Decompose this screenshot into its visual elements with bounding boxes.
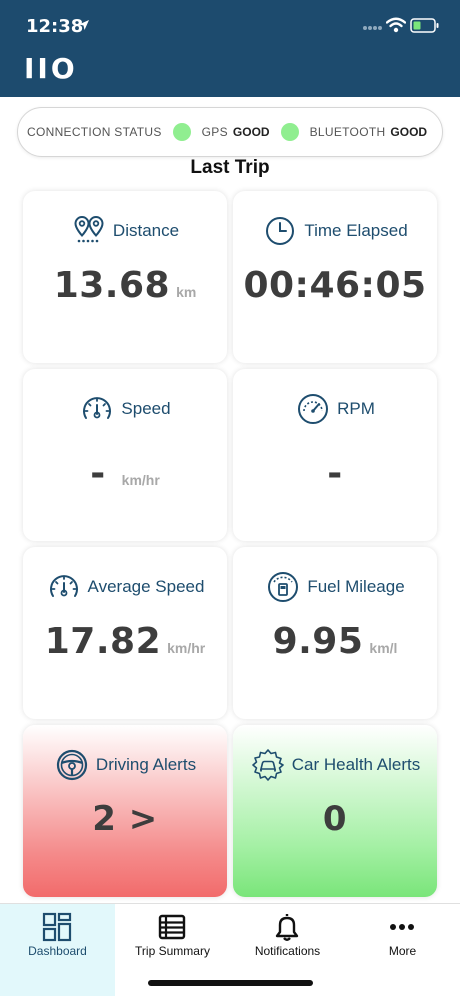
speedometer-icon bbox=[49, 575, 78, 597]
signal-dots-icon bbox=[363, 26, 382, 30]
dashboard-icon bbox=[42, 912, 72, 942]
bluetooth-status-dot bbox=[280, 123, 299, 141]
bell-icon bbox=[275, 914, 299, 941]
fuel-mileage-card[interactable]: Fuel Mileage 9.95 km/l bbox=[233, 547, 437, 719]
section-title: Last Trip bbox=[190, 157, 270, 178]
car-health-alerts-title: Car Health Alerts bbox=[291, 755, 421, 774]
distance-title: Distance bbox=[112, 221, 180, 240]
list-icon bbox=[158, 914, 186, 940]
fuel-gauge-icon bbox=[268, 572, 299, 602]
speed-card[interactable]: Speed - km/hr bbox=[23, 369, 227, 541]
connection-status-label: CONNECTION STATUS bbox=[27, 125, 162, 139]
tab-trip-summary-label: Trip Summary bbox=[135, 944, 210, 958]
time-elapsed-card[interactable]: Time Elapsed 00:46:05 bbox=[233, 191, 437, 363]
fuel-mileage-value: 9.95 bbox=[272, 621, 364, 662]
gps-status-value: GOOD bbox=[232, 125, 270, 139]
rpm-card[interactable]: RPM - bbox=[233, 369, 437, 541]
average-speed-value: 17.82 bbox=[44, 621, 162, 662]
speed-unit: km/hr bbox=[121, 472, 160, 488]
time-elapsed-title: Time Elapsed bbox=[304, 221, 408, 240]
average-speed-card[interactable]: Average Speed 17.82 km/hr bbox=[23, 547, 227, 719]
app-header: 12:38 IIO bbox=[0, 0, 460, 97]
car-health-alerts-value: 0 bbox=[322, 799, 348, 839]
bluetooth-label: BLUETOOTH bbox=[309, 125, 386, 139]
steering-wheel-icon bbox=[56, 749, 88, 781]
tab-notifications-label: Notifications bbox=[254, 944, 321, 958]
distance-unit: km bbox=[176, 284, 197, 300]
speed-value: - bbox=[90, 453, 106, 494]
gps-label: GPS bbox=[201, 125, 228, 139]
car-gear-icon bbox=[251, 749, 284, 781]
battery-icon bbox=[410, 18, 439, 33]
tab-dashboard[interactable]: Dashboard bbox=[0, 904, 115, 996]
home-indicator[interactable] bbox=[148, 980, 313, 986]
tab-more-label: More bbox=[388, 944, 417, 958]
speedometer-icon bbox=[83, 397, 112, 419]
fuel-mileage-title: Fuel Mileage bbox=[307, 577, 405, 596]
more-icon bbox=[390, 924, 414, 930]
car-health-alerts-card[interactable]: Car Health Alerts 0 bbox=[233, 725, 437, 897]
location-pins-icon bbox=[74, 215, 104, 243]
speed-title: Speed bbox=[121, 399, 171, 418]
distance-card[interactable]: Distance 13.68 km bbox=[23, 191, 227, 363]
status-time: 12:38 bbox=[26, 16, 84, 37]
tab-more[interactable]: More bbox=[345, 904, 460, 996]
average-speed-title: Average Speed bbox=[87, 577, 205, 596]
app-logo: IIO bbox=[24, 52, 78, 85]
rpm-title: RPM bbox=[337, 399, 375, 418]
average-speed-unit: km/hr bbox=[167, 640, 206, 656]
location-arrow-icon bbox=[79, 20, 89, 30]
gps-status-dot bbox=[172, 123, 191, 141]
driving-alerts-title: Driving Alerts bbox=[95, 755, 197, 774]
rpm-value: - bbox=[327, 453, 343, 494]
driving-alerts-value: 2 > bbox=[92, 799, 158, 839]
bluetooth-status-value: GOOD bbox=[390, 125, 428, 139]
fuel-mileage-unit: km/l bbox=[369, 640, 398, 656]
wifi-icon bbox=[386, 17, 406, 33]
distance-value: 13.68 bbox=[53, 265, 171, 306]
tab-dashboard-label: Dashboard bbox=[28, 944, 87, 958]
gauge-icon bbox=[298, 394, 329, 424]
time-elapsed-value: 00:46:05 bbox=[243, 265, 427, 306]
clock-icon bbox=[266, 217, 295, 245]
driving-alerts-card[interactable]: Driving Alerts 2 > bbox=[23, 725, 227, 897]
status-bar: 12:38 bbox=[0, 0, 460, 44]
connection-status-bar: CONNECTION STATUS GPS GOOD BLUETOOTH GOO… bbox=[17, 107, 443, 157]
